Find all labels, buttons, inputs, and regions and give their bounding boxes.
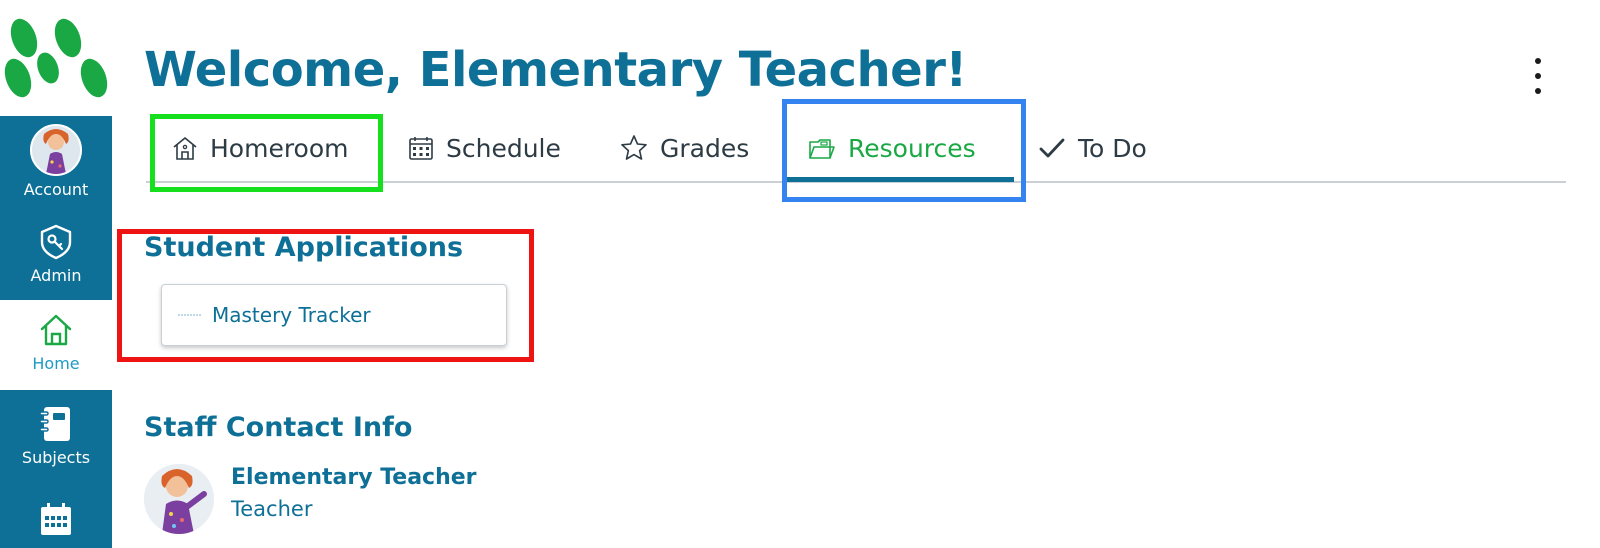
app-name: Mastery Tracker [212, 303, 371, 327]
canvas-logo[interactable] [0, 0, 112, 116]
student-applications-heading: Student Applications [144, 232, 464, 263]
notebook-icon [39, 407, 70, 441]
tab-label: Schedule [446, 133, 561, 163]
active-tab-indicator [785, 177, 1014, 182]
contact-role: Teacher [231, 497, 313, 521]
tab-schedule[interactable]: Schedule [408, 112, 561, 184]
tab-label: Grades [660, 133, 750, 163]
page-title: Welcome, Elementary Teacher! [144, 42, 967, 98]
star-icon [621, 135, 647, 160]
tab-grades[interactable]: Grades [620, 112, 749, 184]
app-card-mastery-tracker[interactable]: Mastery Tracker [161, 284, 507, 346]
nav-item-label: Home [32, 354, 80, 373]
calendar-icon [409, 137, 433, 160]
folder-icon [809, 139, 835, 159]
nav-item-subjects[interactable]: Subjects [0, 390, 112, 490]
tab-label: Homeroom [210, 133, 349, 163]
nav-item-admin[interactable]: Admin [0, 208, 112, 300]
user-avatar [30, 124, 82, 176]
nav-item-label: Account [23, 180, 89, 199]
tab-label: Resources [848, 133, 976, 163]
nav-item-calendar[interactable] [0, 490, 112, 548]
checkmark-icon [1039, 138, 1065, 158]
home-icon [40, 314, 72, 346]
home-icon [173, 137, 197, 160]
contact-name[interactable]: Elementary Teacher [231, 465, 477, 490]
nav-item-label: Admin [30, 266, 82, 285]
nav-item-label: Subjects [21, 448, 91, 467]
shield-key-icon [40, 224, 72, 260]
kebab-menu-icon[interactable] [1526, 58, 1550, 94]
staff-contact-heading: Staff Contact Info [144, 412, 413, 443]
calendar-icon [41, 503, 71, 535]
nav-item-home[interactable]: Home [0, 300, 112, 390]
nav-item-account[interactable]: Account [0, 116, 112, 208]
contact-avatar [144, 464, 214, 534]
tab-homeroom[interactable]: Homeroom [172, 112, 349, 184]
global-navigation: Account Admin Home Subjects [0, 116, 112, 548]
tab-label: To Do [1078, 133, 1147, 163]
tab-resources[interactable]: Resources [808, 112, 976, 184]
mastery-tracker-logo-icon [178, 313, 202, 317]
tab-to-do[interactable]: To Do [1038, 112, 1147, 184]
dashboard-tabs: Homeroom Schedule Grades Resources To Do [146, 112, 1566, 184]
